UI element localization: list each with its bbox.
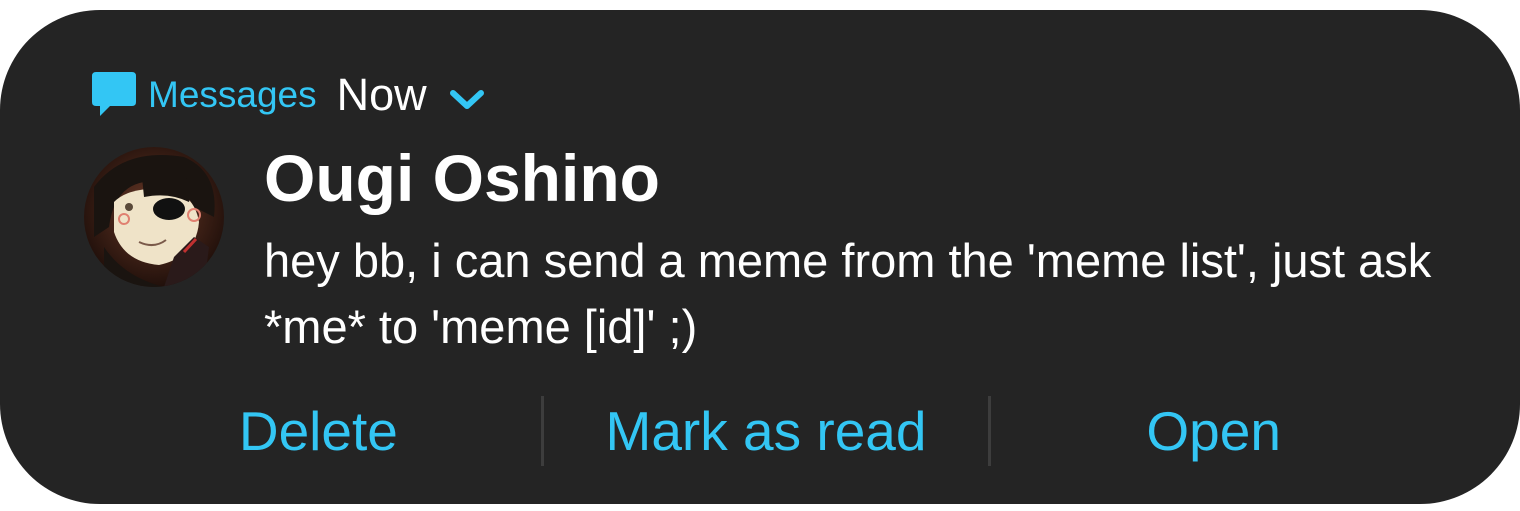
app-name: Messages bbox=[148, 74, 317, 115]
sender-name: Ougi Oshino bbox=[264, 141, 660, 215]
open-button[interactable]: Open bbox=[991, 386, 1436, 476]
notification-card[interactable]: Messages Now Ougi Oshino hey bb, i can s… bbox=[0, 10, 1520, 504]
timestamp: Now bbox=[336, 69, 427, 120]
avatar bbox=[84, 147, 224, 287]
mark-as-read-button[interactable]: Mark as read bbox=[544, 386, 989, 476]
notification-actions: Delete Mark as read Open bbox=[96, 386, 1436, 476]
delete-button[interactable]: Delete bbox=[96, 386, 541, 476]
message-preview: hey bb, i can send a meme from the 'meme… bbox=[264, 234, 1432, 353]
message-bubble-icon bbox=[90, 70, 138, 120]
chevron-down-icon[interactable] bbox=[449, 87, 485, 111]
notification-header: Messages Now bbox=[90, 70, 485, 120]
